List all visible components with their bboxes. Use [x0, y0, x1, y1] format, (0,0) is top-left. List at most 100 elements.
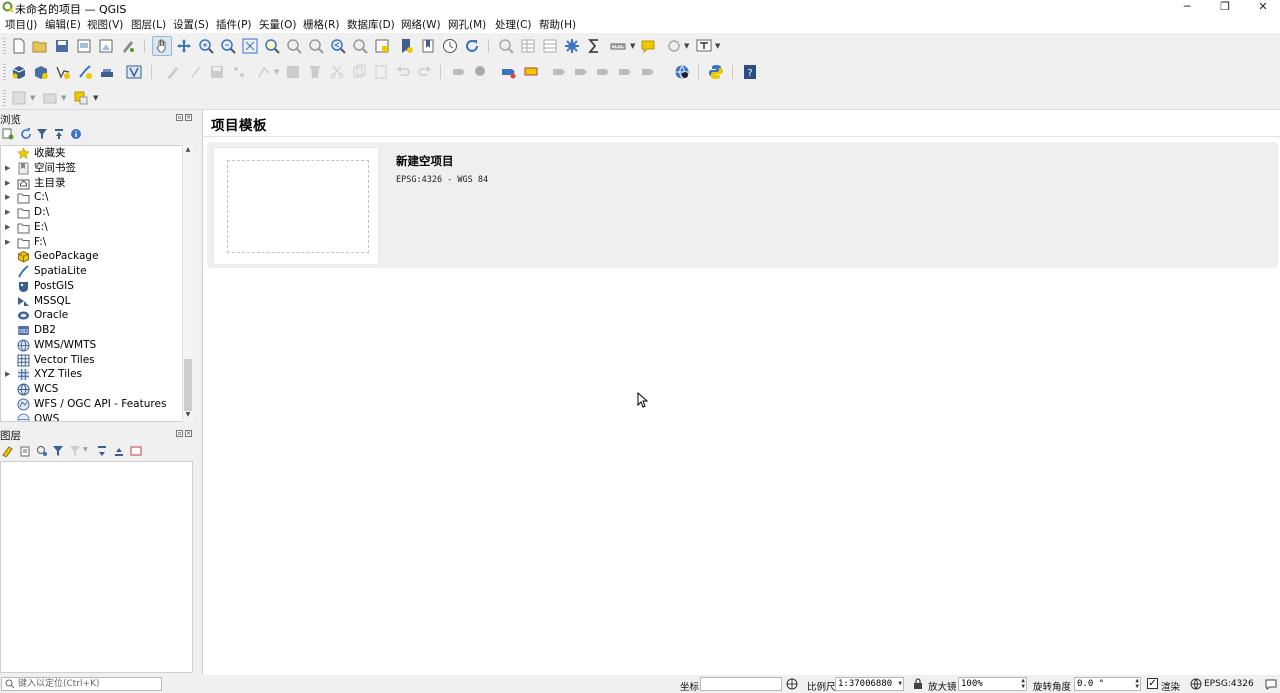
python-console-button[interactable]: [706, 62, 726, 82]
browser-item-mssql[interactable]: MSSQL: [1, 294, 181, 309]
toolbar-handle[interactable]: [3, 64, 6, 80]
browser-item-postgis[interactable]: PostGIS: [1, 279, 181, 294]
digitize-dropdown-icon[interactable]: ▼: [93, 94, 98, 102]
zoom-native-button[interactable]: [306, 36, 326, 56]
browser-item-db2[interactable]: DB2 DB2: [1, 323, 181, 338]
menu-plugins[interactable]: 插件(P): [216, 17, 252, 32]
label-toolbar-button-5[interactable]: [549, 62, 569, 82]
redo-button[interactable]: [415, 62, 435, 82]
layers-close-button[interactable]: ×: [185, 430, 192, 437]
new-map-view-button[interactable]: [372, 36, 392, 56]
browser-scrollbar[interactable]: ▲ ▼: [182, 145, 193, 422]
menu-project[interactable]: 项目(J): [5, 17, 37, 32]
processing-toolbox-button[interactable]: [562, 36, 582, 56]
add-group-icon[interactable]: [19, 445, 31, 457]
digitize-tool-button[interactable]: [71, 88, 91, 108]
copy-features-button[interactable]: [349, 62, 369, 82]
browser-item-spatialite[interactable]: SpatiaLite: [1, 264, 181, 279]
scroll-down-icon[interactable]: ▼: [183, 411, 193, 421]
save-edits-button[interactable]: [207, 62, 227, 82]
minimize-button[interactable]: ─: [1167, 0, 1207, 16]
label-toolbar-button-2[interactable]: [471, 62, 491, 82]
pan-to-selection-button[interactable]: [174, 36, 194, 56]
menu-layer[interactable]: 图层(L): [131, 17, 166, 32]
select-dropdown-icon[interactable]: ▼: [684, 42, 689, 50]
rotation-field[interactable]: 0.0 ° ▲ ▼: [1074, 677, 1141, 691]
filter-expression-dropdown-icon[interactable]: ▼: [83, 446, 88, 453]
paste-features-button[interactable]: [371, 62, 391, 82]
expand-arrow-icon[interactable]: ▶: [5, 205, 10, 220]
locator-search-input[interactable]: 键入以定位(Ctrl+K): [1, 677, 162, 691]
new-shapefile-layer-button[interactable]: [53, 62, 73, 82]
new-project-button[interactable]: [9, 36, 29, 56]
menu-edit[interactable]: 编辑(E): [45, 17, 81, 32]
browser-item-vector-tiles[interactable]: Vector Tiles: [1, 353, 181, 368]
scale-field[interactable]: 1:37006880 ▼: [835, 677, 904, 691]
render-checkbox[interactable]: ✓: [1147, 678, 1158, 689]
label-toolbar-button-1[interactable]: [449, 62, 469, 82]
scroll-up-icon[interactable]: ▲: [183, 146, 193, 156]
label-toolbar-button-8[interactable]: [615, 62, 635, 82]
browser-item-e[interactable]: ▶ E:\: [1, 220, 181, 235]
toolbar-handle[interactable]: [3, 90, 6, 106]
expand-all-icon[interactable]: [96, 445, 108, 457]
close-button[interactable]: ✕: [1243, 0, 1280, 16]
filter-expression-icon[interactable]: [69, 445, 81, 457]
vertex-tool-button[interactable]: [255, 62, 275, 82]
browser-item-xyz-tiles[interactable]: ▶ XYZ Tiles: [1, 367, 181, 382]
crs-status[interactable]: EPSG:4326: [1204, 679, 1254, 689]
layout-manager-button[interactable]: [96, 36, 116, 56]
browser-item-d[interactable]: ▶ D:\: [1, 205, 181, 220]
magnifier-spin-icon[interactable]: ▲ ▼: [1021, 678, 1025, 690]
new-empty-project-card[interactable]: 新建空项目 EPSG:4326 - WGS 84: [207, 142, 1278, 268]
vertex-dropdown-icon[interactable]: ▼: [274, 68, 279, 76]
expand-arrow-icon[interactable]: ▶: [5, 220, 10, 235]
text-annotation-button[interactable]: [694, 36, 714, 56]
new-spatialite-layer-button[interactable]: [75, 62, 95, 82]
expand-arrow-icon[interactable]: ▶: [5, 235, 10, 250]
zoom-in-button[interactable]: [196, 36, 216, 56]
menu-raster[interactable]: 栅格(R): [303, 17, 340, 32]
zoom-full-button[interactable]: [240, 36, 260, 56]
raster-tool-button[interactable]: [9, 88, 29, 108]
new-virtual-layer-button[interactable]: [124, 62, 144, 82]
style-manager-button[interactable]: [118, 36, 138, 56]
label-toolbar-button-7[interactable]: [593, 62, 613, 82]
zoom-to-selection-button[interactable]: [262, 36, 282, 56]
panel-splitter[interactable]: [193, 110, 202, 675]
layers-float-button[interactable]: ▫: [176, 430, 183, 437]
filter-legend-icon[interactable]: [52, 445, 64, 457]
collapse-all-layers-icon[interactable]: [113, 445, 125, 457]
mesh-tool-button[interactable]: [40, 88, 60, 108]
attribute-table-button[interactable]: [518, 36, 538, 56]
new-print-layout-button[interactable]: [74, 36, 94, 56]
raster-tool-dropdown-icon[interactable]: ▼: [30, 94, 35, 102]
toolbar-handle[interactable]: [3, 38, 6, 54]
refresh-button[interactable]: [462, 36, 482, 56]
menu-help[interactable]: 帮助(H): [539, 17, 576, 32]
browser-item-主目录[interactable]: ▶ 主目录: [1, 176, 181, 191]
label-toolbar-button-3[interactable]: [499, 62, 519, 82]
messages-icon[interactable]: [1265, 678, 1277, 690]
browser-item-f[interactable]: ▶ F:\: [1, 235, 181, 250]
browser-item-wms-wmts[interactable]: WMS/WMTS: [1, 338, 181, 353]
open-project-button[interactable]: [30, 36, 50, 56]
browser-item-ows[interactable]: OWS: [1, 412, 181, 421]
metasearch-button[interactable]: [672, 62, 692, 82]
layers-tree[interactable]: [0, 461, 193, 673]
menu-view[interactable]: 视图(V): [87, 17, 123, 32]
new-temporary-layer-button[interactable]: [97, 62, 117, 82]
field-calculator-button[interactable]: [540, 36, 560, 56]
filter-icon[interactable]: [36, 128, 48, 140]
zoom-to-layer-button[interactable]: [284, 36, 304, 56]
toggle-extents-icon[interactable]: [786, 678, 798, 690]
map-tips-button[interactable]: [638, 36, 658, 56]
select-features-button[interactable]: [664, 36, 684, 56]
temporal-controller-button[interactable]: [440, 36, 460, 56]
menu-database[interactable]: 数据库(D): [347, 17, 395, 32]
label-toolbar-button-6[interactable]: [571, 62, 591, 82]
layer-styling-icon[interactable]: [2, 445, 14, 457]
measure-line-button[interactable]: [608, 36, 628, 56]
cut-features-button[interactable]: [327, 62, 347, 82]
statistical-summary-button[interactable]: [584, 36, 604, 56]
